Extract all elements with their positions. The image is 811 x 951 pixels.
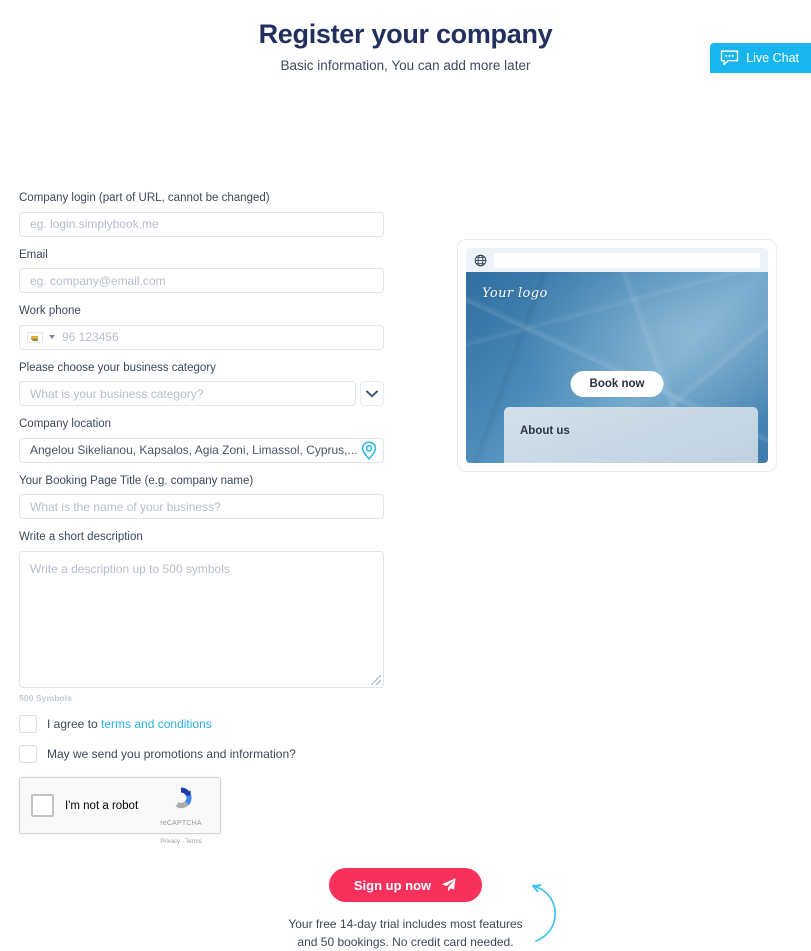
recaptcha-privacy-link[interactable]: Privacy: [160, 839, 180, 845]
recaptcha-checkbox[interactable]: [31, 794, 54, 817]
business-category-select[interactable]: What is your business category?: [19, 381, 356, 407]
company-login-input[interactable]: eg. login.simplybook.me: [19, 211, 384, 237]
map-pin-icon: [361, 441, 377, 460]
terms-and-conditions-link[interactable]: terms and conditions: [101, 717, 212, 731]
business-category-dropdown-button[interactable]: [360, 381, 384, 407]
field-booking-page-title: Your Booking Page Title (e.g. company na…: [19, 474, 384, 520]
email-input[interactable]: eg. company@email.com: [19, 268, 384, 294]
field-work-phone: Work phone 96 123456: [19, 304, 384, 350]
preview-about-title: About us: [520, 425, 570, 438]
registration-form: Company login (part of URL, cannot be ch…: [19, 191, 384, 845]
field-business-category: Please choose your business category Wha…: [19, 361, 384, 407]
company-location-value: Angelou Sikelianou, Kapsalos, Agia Zoni,…: [30, 443, 358, 458]
company-location-label: Company location: [19, 418, 112, 431]
sign-up-button-label: Sign up now: [353, 877, 432, 893]
terms-checkbox-row[interactable]: I agree to terms and conditions: [19, 715, 384, 733]
paper-plane-icon: [441, 878, 456, 892]
description-counter: 500 Symbols: [19, 693, 73, 703]
live-chat-widget[interactable]: Live Chat: [710, 43, 811, 74]
field-company-login: Company login (part of URL, cannot be ch…: [19, 191, 384, 237]
globe-icon: [474, 254, 487, 267]
recaptcha-widget[interactable]: I'm not a robot reCAPTCHA Privacy - Term…: [19, 777, 221, 845]
booking-page-title-placeholder: What is the name of your business?: [30, 499, 221, 514]
map-pin-button[interactable]: [361, 441, 377, 460]
terms-checkbox-label: I agree to terms and conditions: [47, 717, 212, 731]
preview-logo-text: Your logo: [482, 286, 548, 302]
chevron-down-icon[interactable]: [49, 335, 55, 340]
preview-about-card: About us: [504, 407, 758, 464]
work-phone-input[interactable]: 96 123456: [19, 324, 384, 350]
trial-info-text: Your free 14-day trial includes most fea…: [288, 917, 523, 949]
recaptcha-branding: reCAPTCHA Privacy - Terms: [150, 784, 212, 848]
page-title: Register your company: [258, 19, 553, 49]
promotions-checkbox-label: May we send you promotions and informati…: [47, 747, 296, 761]
field-email: Email eg. company@email.com: [19, 248, 384, 294]
description-textarea[interactable]: Write a description up to 500 symbols: [19, 551, 384, 688]
booking-page-title-label: Your Booking Page Title (e.g. company na…: [19, 474, 254, 487]
curved-arrow-icon: [532, 884, 556, 943]
email-label: Email: [19, 248, 48, 261]
business-category-row: What is your business category?: [19, 381, 384, 407]
browser-address-bar: [466, 248, 768, 273]
live-chat-label: Live Chat: [746, 51, 799, 66]
recaptcha-terms-link[interactable]: Terms: [185, 839, 201, 845]
page-subtitle: Basic information, You can add more late…: [280, 58, 531, 74]
resize-handle-icon[interactable]: [371, 675, 381, 685]
sign-up-now-button[interactable]: Sign up now: [328, 868, 483, 903]
promotions-checkbox[interactable]: [19, 745, 37, 763]
company-login-label: Company login (part of URL, cannot be ch…: [19, 192, 270, 205]
company-login-placeholder: eg. login.simplybook.me: [30, 217, 159, 232]
browser-url-input[interactable]: [494, 252, 760, 268]
preview-book-now-button[interactable]: Book now: [570, 371, 664, 398]
promotions-checkbox-row[interactable]: May we send you promotions and informati…: [19, 745, 384, 763]
recaptcha-legal-links: Privacy - Terms: [160, 839, 201, 845]
business-category-placeholder: What is your business category?: [30, 386, 204, 401]
email-placeholder: eg. company@email.com: [30, 273, 166, 288]
work-phone-placeholder: 96 123456: [62, 330, 119, 345]
business-category-label: Please choose your business category: [19, 361, 216, 374]
terms-text-before: I agree to: [47, 717, 102, 731]
cta-section: Sign up now Your free 14-day trial inclu…: [0, 868, 811, 951]
preview-hero-image: Your logo Book now About us: [466, 272, 768, 464]
cyprus-flag-icon[interactable]: [27, 331, 43, 343]
booking-page-title-input[interactable]: What is the name of your business?: [19, 494, 384, 520]
booking-page-preview: Your logo Book now About us: [457, 239, 777, 473]
description-placeholder: Write a description up to 500 symbols: [30, 562, 230, 576]
description-label: Write a short description: [19, 531, 143, 544]
recaptcha-brand-name: reCAPTCHA: [160, 820, 202, 827]
chat-bubble-icon: [720, 50, 739, 66]
page-header: Register your company Basic information,…: [0, 0, 811, 73]
company-location-input[interactable]: Angelou Sikelianou, Kapsalos, Agia Zoni,…: [19, 437, 384, 463]
browser-mockup: Your logo Book now About us: [466, 248, 768, 464]
chevron-down-icon: [366, 390, 378, 398]
field-company-location: Company location Angelou Sikelianou, Kap…: [19, 417, 384, 463]
recaptcha-logo-icon: [175, 787, 192, 809]
recaptcha-label: I'm not a robot: [65, 799, 139, 812]
work-phone-label: Work phone: [19, 305, 81, 318]
field-description: Write a short description Write a descri…: [19, 530, 384, 703]
terms-checkbox[interactable]: [19, 715, 37, 733]
